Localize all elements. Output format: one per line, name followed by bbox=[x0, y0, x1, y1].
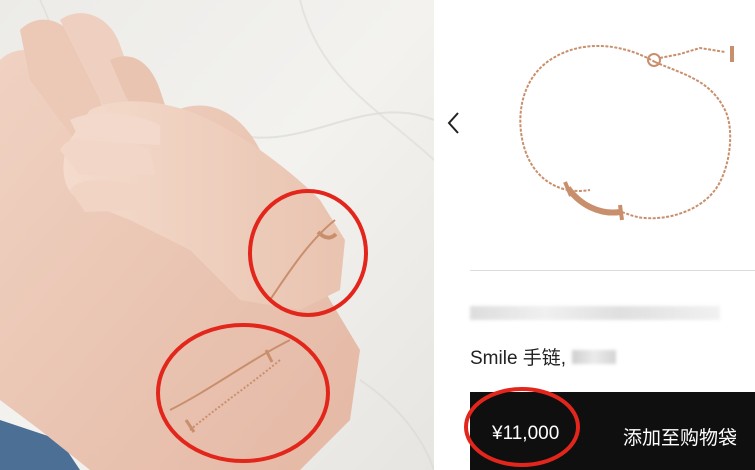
add-to-bag-bar: ¥11,000 添加至购物袋 bbox=[470, 392, 755, 470]
add-to-bag-button[interactable]: 添加至购物袋 bbox=[623, 423, 737, 450]
product-name-text: Smile 手链, bbox=[470, 348, 567, 369]
bracelet-illustration bbox=[519, 44, 734, 221]
product-price: ¥11,000 bbox=[492, 423, 560, 444]
product-image bbox=[470, 0, 755, 258]
wrist-photo-illustration bbox=[0, 0, 434, 470]
product-panel: Smile 手链, ¥11,000 添加至购物袋 bbox=[434, 0, 755, 470]
previous-image-button[interactable] bbox=[442, 108, 464, 138]
redacted-text bbox=[470, 306, 720, 320]
product-name: Smile 手链, bbox=[470, 343, 617, 370]
divider bbox=[470, 270, 755, 271]
wrist-photo bbox=[0, 0, 434, 470]
chevron-left-icon bbox=[447, 112, 459, 134]
redacted-text bbox=[572, 349, 617, 364]
